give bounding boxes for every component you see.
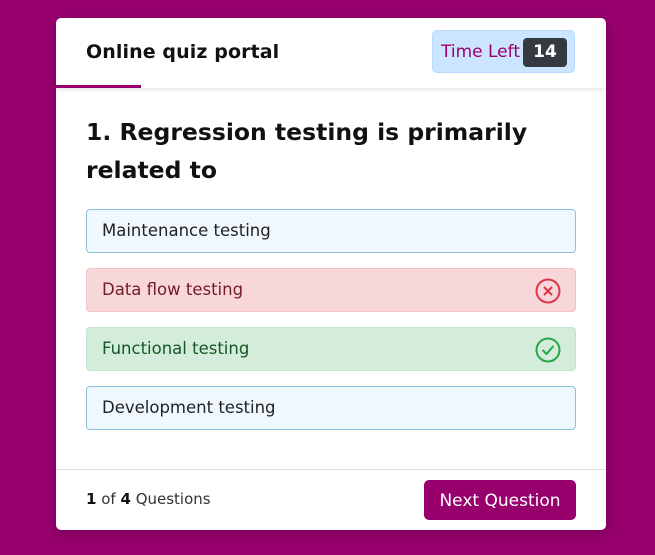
option-label: Functional testing — [102, 339, 250, 358]
quiz-header: Online quiz portal Time Left 14 — [56, 18, 606, 88]
check-circle-icon — [535, 337, 561, 363]
question-progress: 1 of 4 Questions — [86, 490, 211, 508]
option-data-flow-testing[interactable]: Data flow testing — [86, 268, 576, 312]
option-development-testing[interactable]: Development testing — [86, 386, 576, 430]
timer-badge: Time Left 14 — [432, 30, 575, 73]
question-text: 1. Regression testing is primarily relat… — [86, 118, 528, 184]
option-label: Data flow testing — [102, 280, 244, 299]
timer-value: 14 — [523, 38, 567, 67]
next-question-button[interactable]: Next Question — [424, 480, 576, 520]
progress-questions-label: Questions — [135, 490, 211, 508]
option-label: Development testing — [102, 398, 276, 417]
quiz-footer: 1 of 4 Questions Next Question — [56, 469, 606, 530]
progress-of-label: of — [101, 490, 116, 508]
current-question-number: 1 — [86, 490, 97, 508]
option-list: Maintenance testing Data flow testing Fu… — [86, 209, 576, 445]
page-title: Online quiz portal — [86, 41, 280, 63]
total-question-count: 4 — [120, 490, 131, 508]
option-maintenance-testing[interactable]: Maintenance testing — [86, 209, 576, 253]
x-circle-icon — [535, 278, 561, 304]
option-label: Maintenance testing — [102, 221, 271, 240]
title-underline — [56, 85, 141, 88]
quiz-card: Online quiz portal Time Left 14 1. Regre… — [56, 18, 606, 530]
timer-label: Time Left — [441, 42, 520, 62]
option-functional-testing[interactable]: Functional testing — [86, 327, 576, 371]
